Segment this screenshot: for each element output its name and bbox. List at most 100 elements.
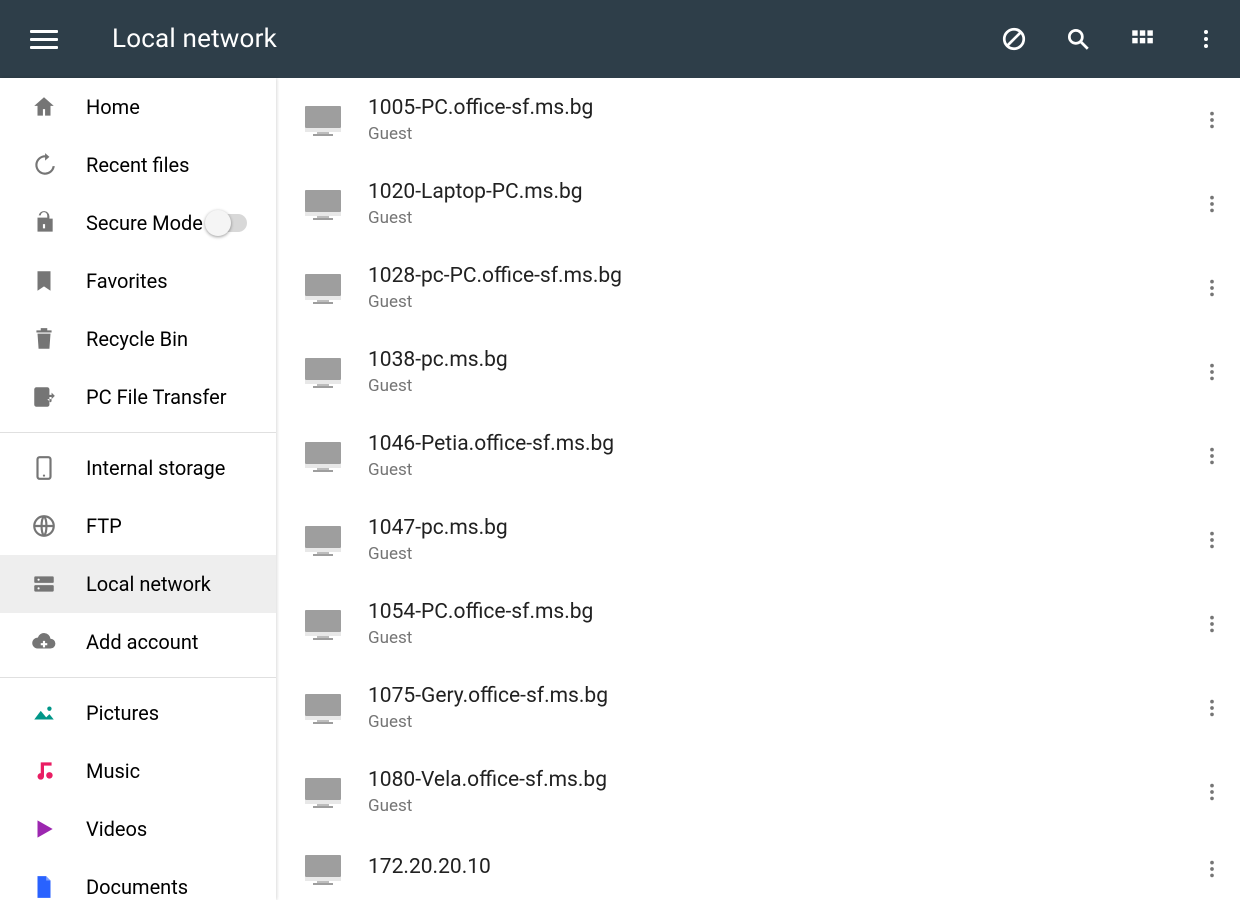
monitor-icon [298,271,348,305]
host-row[interactable]: 1080-Vela.office-sf.ms.bg Guest [276,750,1240,834]
grid-view-icon[interactable] [1128,25,1156,53]
row-overflow-menu[interactable] [1196,440,1228,472]
host-subtext: Guest [368,628,593,648]
sidebar-item-videos[interactable]: Videos [0,800,276,858]
monitor-icon [298,691,348,725]
sidebar-divider [0,432,276,433]
host-subtext: Guest [368,712,608,732]
host-name: 1005-PC.office-sf.ms.bg [368,96,593,120]
monitor-icon [298,103,348,137]
host-row[interactable]: 1047-pc.ms.bg Guest [276,498,1240,582]
sidebar-item-label: Recycle Bin [86,327,188,351]
sidebar-item-favorites[interactable]: Favorites [0,252,276,310]
host-row[interactable]: 1005-PC.office-sf.ms.bg Guest [276,78,1240,162]
home-icon [30,93,58,121]
sidebar-divider [0,677,276,678]
row-overflow-menu[interactable] [1196,776,1228,808]
host-row[interactable]: 1020-Laptop-PC.ms.bg Guest [276,162,1240,246]
music-icon [30,757,58,785]
host-subtext: Guest [368,376,508,396]
sidebar-item-secure-mode[interactable]: Secure Mode [0,194,276,252]
host-name: 1080-Vela.office-sf.ms.bg [368,768,607,792]
monitor-icon [298,775,348,809]
host-row[interactable]: 172.20.20.10 [276,834,1240,900]
host-name: 172.20.20.10 [368,855,491,879]
cloud-plus-icon [30,628,58,656]
pc-transfer-icon [30,383,58,411]
sidebar: Home Recent files Secure Mode Favorites … [0,78,276,900]
monitor-icon [298,355,348,389]
sidebar-item-recent-files[interactable]: Recent files [0,136,276,194]
sidebar-item-label: Favorites [86,269,168,293]
history-icon [30,151,58,179]
pictures-icon [30,699,58,727]
block-icon[interactable] [1000,25,1028,53]
sidebar-item-add-account[interactable]: Add account [0,613,276,671]
host-subtext: Guest [368,796,607,816]
host-name: 1038-pc.ms.bg [368,348,508,372]
monitor-icon [298,607,348,641]
monitor-icon [298,439,348,473]
search-icon[interactable] [1064,25,1092,53]
globe-icon [30,512,58,540]
secure-mode-toggle[interactable] [207,214,247,232]
sidebar-item-label: Add account [86,630,198,654]
sidebar-item-ftp[interactable]: FTP [0,497,276,555]
sidebar-item-label: Home [86,95,140,119]
row-overflow-menu[interactable] [1196,524,1228,556]
host-subtext: Guest [368,292,622,312]
sidebar-item-pictures[interactable]: Pictures [0,684,276,742]
host-row[interactable]: 1028-pc-PC.office-sf.ms.bg Guest [276,246,1240,330]
sidebar-item-label: Music [86,759,140,783]
host-row[interactable]: 1075-Gery.office-sf.ms.bg Guest [276,666,1240,750]
host-name: 1046-Petia.office-sf.ms.bg [368,432,614,456]
sidebar-item-internal-storage[interactable]: Internal storage [0,439,276,497]
host-subtext: Guest [368,208,583,228]
row-overflow-menu[interactable] [1196,608,1228,640]
sidebar-item-music[interactable]: Music [0,742,276,800]
sidebar-item-label: Internal storage [86,456,225,480]
host-name: 1075-Gery.office-sf.ms.bg [368,684,608,708]
host-subtext: Guest [368,124,593,144]
app-bar: Local network [0,0,1240,78]
page-title: Local network [112,24,277,54]
host-row[interactable]: 1038-pc.ms.bg Guest [276,330,1240,414]
host-row[interactable]: 1054-PC.office-sf.ms.bg Guest [276,582,1240,666]
host-row[interactable]: 1046-Petia.office-sf.ms.bg Guest [276,414,1240,498]
sidebar-item-label: Pictures [86,701,159,725]
row-overflow-menu[interactable] [1196,853,1228,885]
bookmark-icon [30,267,58,295]
server-icon [30,570,58,598]
overflow-menu-icon[interactable] [1192,25,1220,53]
document-icon [30,873,58,900]
sidebar-item-label: PC File Transfer [86,385,227,409]
sidebar-item-label: Documents [86,875,188,899]
row-overflow-menu[interactable] [1196,188,1228,220]
monitor-icon [298,187,348,221]
row-overflow-menu[interactable] [1196,356,1228,388]
sidebar-item-label: Secure Mode [86,211,203,235]
sidebar-item-recycle-bin[interactable]: Recycle Bin [0,310,276,368]
row-overflow-menu[interactable] [1196,104,1228,136]
sidebar-item-label: Videos [86,817,147,841]
row-overflow-menu[interactable] [1196,272,1228,304]
monitor-icon [298,523,348,557]
row-overflow-menu[interactable] [1196,692,1228,724]
host-name: 1028-pc-PC.office-sf.ms.bg [368,264,622,288]
host-subtext: Guest [368,544,508,564]
sidebar-item-documents[interactable]: Documents [0,858,276,900]
host-list[interactable]: 1005-PC.office-sf.ms.bg Guest 1020-Lapto… [276,78,1240,900]
host-name: 1020-Laptop-PC.ms.bg [368,180,583,204]
sidebar-item-home[interactable]: Home [0,78,276,136]
sidebar-item-local-network[interactable]: Local network [0,555,276,613]
phone-icon [30,454,58,482]
sidebar-item-label: Recent files [86,153,189,177]
host-name: 1054-PC.office-sf.ms.bg [368,600,593,624]
monitor-icon [298,852,348,886]
sidebar-item-pc-file-transfer[interactable]: PC File Transfer [0,368,276,426]
host-subtext: Guest [368,460,614,480]
menu-button[interactable] [30,20,68,58]
lock-open-icon [30,209,58,237]
host-name: 1047-pc.ms.bg [368,516,508,540]
trash-icon [30,325,58,353]
